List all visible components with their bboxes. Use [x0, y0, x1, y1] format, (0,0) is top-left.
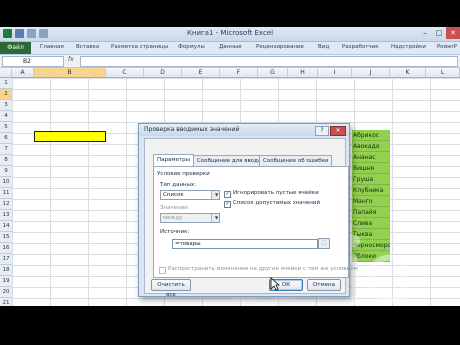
row-header[interactable]: 17: [0, 254, 12, 265]
file-tab[interactable]: Файл: [0, 42, 31, 54]
column-header[interactable]: B: [34, 68, 106, 77]
ignore-blank-checkbox[interactable]: ✓: [224, 191, 231, 198]
title-bar: Книга1 - Microsoft Excel – □ ✕: [0, 27, 460, 42]
column-header[interactable]: I: [318, 68, 352, 77]
row-header[interactable]: 7: [0, 144, 12, 155]
tab-page-layout[interactable]: Разметка страницы: [111, 44, 168, 50]
data-type-value: Список: [163, 192, 184, 198]
row-header[interactable]: 14: [0, 221, 12, 232]
row-header[interactable]: 9: [0, 166, 12, 177]
ignore-blank-label: Игнорировать пустые ячейки: [233, 190, 319, 196]
list-item[interactable]: Абрикос: [352, 130, 390, 141]
value-value: между: [163, 215, 183, 221]
apply-to-all-checkbox[interactable]: [159, 267, 166, 274]
close-button[interactable]: ✕: [446, 27, 460, 39]
list-item[interactable]: Клубника: [352, 185, 390, 196]
column-header[interactable]: H: [288, 68, 318, 77]
row-header[interactable]: 19: [0, 276, 12, 287]
row-header[interactable]: 1: [0, 78, 12, 89]
column-header[interactable]: D: [144, 68, 182, 77]
row-header[interactable]: 4: [0, 111, 12, 122]
column-header[interactable]: G: [258, 68, 288, 77]
data-type-select[interactable]: Список ▼: [160, 190, 220, 200]
row-header[interactable]: 11: [0, 188, 12, 199]
row-header[interactable]: 8: [0, 155, 12, 166]
row-header[interactable]: 6: [0, 133, 12, 144]
window-controls: – □ ✕: [418, 27, 460, 39]
column-header[interactable]: A: [12, 68, 34, 77]
tab-error-alert[interactable]: Сообщение об ошибке: [259, 155, 333, 166]
tab-formulas[interactable]: Формулы: [178, 44, 205, 50]
tab-home[interactable]: Главная: [40, 44, 64, 50]
in-cell-dropdown-checkbox[interactable]: ✓: [224, 201, 231, 208]
function-icon[interactable]: fx: [68, 56, 74, 63]
source-input[interactable]: =товары: [172, 239, 318, 249]
mouse-cursor-icon: [270, 277, 280, 291]
settings-panel: Условие проверки Тип данных: Список ▼ ✓ …: [153, 166, 358, 278]
column-header[interactable]: F: [220, 68, 258, 77]
ribbon-tabs: Файл Главная Вставка Разметка страницы Ф…: [0, 42, 460, 55]
formula-bar: B2 fx: [0, 55, 460, 68]
row-header[interactable]: 20: [0, 287, 12, 298]
validation-criteria-label: Условие проверки: [157, 171, 210, 177]
row-header[interactable]: 10: [0, 177, 12, 188]
column-header[interactable]: K: [390, 68, 426, 77]
tab-powerpivot[interactable]: PowerP: [437, 44, 457, 50]
cancel-button[interactable]: Отмена: [307, 279, 341, 291]
in-cell-dropdown-label: Список допустимых значений: [233, 200, 321, 206]
tab-review[interactable]: Рецензирование: [256, 44, 304, 50]
row-header[interactable]: 18: [0, 265, 12, 276]
tab-data[interactable]: Данные: [219, 44, 242, 50]
column-header[interactable]: J: [352, 68, 390, 77]
value-label: Значение:: [160, 205, 190, 211]
row-header[interactable]: 12: [0, 199, 12, 210]
column-header[interactable]: L: [426, 68, 460, 77]
window-title: Книга1 - Microsoft Excel: [186, 29, 274, 37]
row-header[interactable]: 2: [0, 89, 12, 100]
selected-cell-b2[interactable]: [34, 131, 106, 142]
range-select-icon[interactable]: ⬚: [318, 238, 330, 249]
minimize-button[interactable]: –: [418, 27, 432, 39]
tab-insert[interactable]: Вставка: [76, 44, 99, 50]
clear-all-button[interactable]: Очистить все: [151, 279, 191, 298]
dialog-body: Параметры Сообщение для ввода Сообщение …: [144, 138, 358, 298]
row-header[interactable]: 16: [0, 243, 12, 254]
tab-view[interactable]: Вид: [318, 44, 329, 50]
chevron-down-icon: ▼: [211, 214, 219, 222]
column-headers: A B C D E F G H I J K L: [0, 68, 460, 78]
list-item[interactable]: Груша: [352, 174, 390, 185]
tab-input-message[interactable]: Сообщение для ввода: [193, 155, 266, 166]
row-header[interactable]: 21: [0, 298, 12, 306]
excel-window: Книга1 - Microsoft Excel – □ ✕ Файл Глав…: [0, 27, 460, 306]
list-item[interactable]: Вишня: [352, 163, 390, 174]
select-all-corner[interactable]: [0, 68, 12, 77]
data-type-label: Тип данных:: [160, 182, 197, 188]
list-item[interactable]: Авокадо: [352, 141, 390, 152]
column-header[interactable]: C: [106, 68, 144, 77]
formula-input[interactable]: [80, 56, 458, 67]
maximize-button[interactable]: □: [432, 27, 446, 39]
row-header[interactable]: 3: [0, 100, 12, 111]
value-select: между ▼: [160, 213, 220, 223]
help-button[interactable]: ?: [315, 126, 329, 136]
list-item[interactable]: Ананас: [352, 152, 390, 163]
row-header[interactable]: 5: [0, 122, 12, 133]
list-item[interactable]: Манго: [352, 196, 390, 207]
tab-developer[interactable]: Разработчик: [342, 44, 379, 50]
row-header[interactable]: 15: [0, 232, 12, 243]
tab-settings[interactable]: Параметры: [153, 154, 194, 166]
source-label: Источник:: [160, 229, 190, 235]
row-header[interactable]: 13: [0, 210, 12, 221]
column-header[interactable]: E: [182, 68, 220, 77]
apply-to-all-label: Распространить изменения на другие ячейк…: [168, 266, 358, 272]
name-box[interactable]: B2: [2, 56, 64, 67]
chevron-down-icon[interactable]: ▼: [211, 191, 219, 199]
data-validation-dialog: Проверка вводимых значений ? ✕ Параметры…: [138, 123, 358, 298]
tab-addins[interactable]: Надстройки: [391, 44, 426, 50]
dialog-close-button[interactable]: ✕: [330, 126, 346, 136]
